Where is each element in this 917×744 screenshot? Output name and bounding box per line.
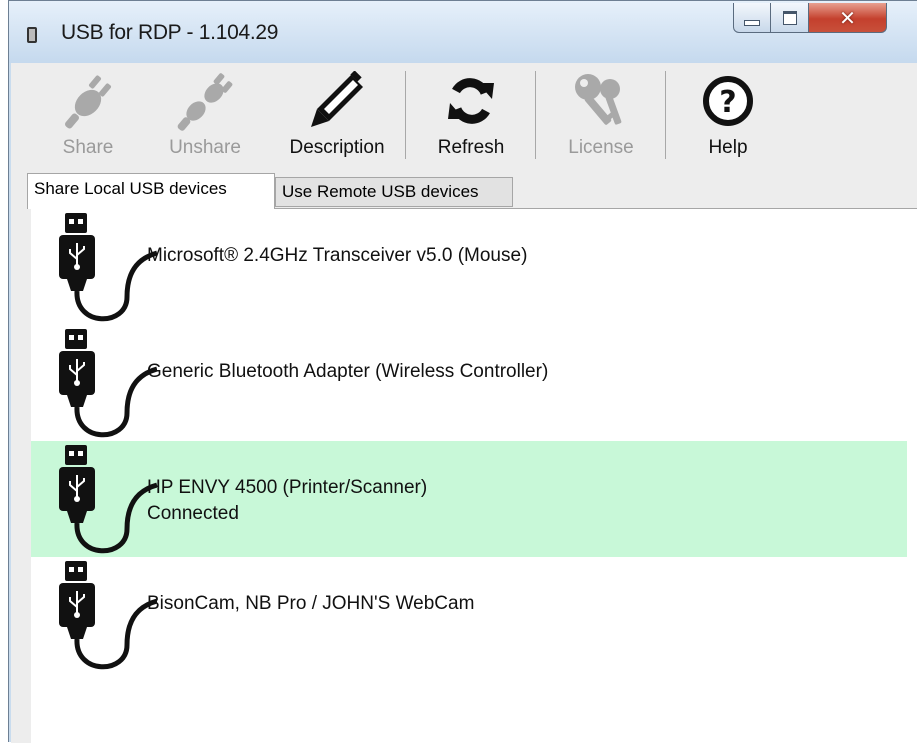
close-button[interactable]: ✕ [809, 3, 887, 33]
window-title: USB for RDP - 1.104.29 [61, 21, 279, 44]
license-button[interactable]: License [551, 67, 651, 167]
share-button[interactable]: Share [45, 67, 131, 167]
usb-icon [59, 561, 157, 670]
usb-app-icon [27, 27, 37, 43]
pencil-icon [311, 71, 363, 127]
maximize-icon [782, 10, 797, 25]
device-row[interactable]: Microsoft® 2.4GHz Transceiver v5.0 (Mous… [31, 209, 907, 325]
device-row[interactable]: BisonCam, NB Pro / JOHN'S WebCam [31, 557, 907, 673]
minimize-button[interactable] [733, 3, 771, 33]
help-icon: ? [703, 76, 753, 126]
share-label: Share [62, 137, 114, 158]
help-button[interactable]: ? Help [683, 67, 773, 167]
description-button[interactable]: Description [277, 67, 397, 167]
device-name: HP ENVY 4500 (Printer/Scanner) [147, 477, 428, 498]
app-window: USB for RDP - 1.104.29 ✕ Share Unshare D… [8, 0, 917, 744]
help-label: Help [708, 137, 748, 158]
toolbar-separator [405, 71, 406, 159]
close-icon: ✕ [839, 5, 856, 30]
keys-icon [575, 74, 622, 125]
title-bar[interactable]: USB for RDP - 1.104.29 ✕ [9, 1, 917, 63]
usb-icon [59, 213, 157, 322]
license-label: License [568, 137, 634, 158]
tab-share-local-label: Share Local USB devices [34, 179, 227, 198]
device-row-selected[interactable]: HP ENVY 4500 (Printer/Scanner) Connected [31, 441, 907, 557]
toolbar-separator [665, 71, 666, 159]
device-list: Microsoft® 2.4GHz Transceiver v5.0 (Mous… [31, 208, 917, 744]
unplug-icon [177, 73, 233, 131]
tab-share-local[interactable]: Share Local USB devices [27, 173, 275, 209]
unshare-button[interactable]: Unshare [157, 67, 253, 167]
tab-use-remote[interactable]: Use Remote USB devices [275, 177, 513, 207]
tab-use-remote-label: Use Remote USB devices [282, 182, 479, 201]
help-glyph: ? [719, 85, 736, 120]
device-status: Connected [147, 503, 239, 524]
device-name: BisonCam, NB Pro / JOHN'S WebCam [147, 593, 475, 614]
device-name: Microsoft® 2.4GHz Transceiver v5.0 (Mous… [147, 245, 528, 266]
client-area: Share Unshare Description Refresh Licens… [11, 63, 917, 744]
usb-icon [59, 445, 157, 554]
refresh-icon [448, 78, 494, 124]
unshare-label: Unshare [169, 137, 241, 158]
device-name: Generic Bluetooth Adapter (Wireless Cont… [147, 361, 549, 382]
description-label: Description [289, 137, 385, 158]
refresh-button[interactable]: Refresh [421, 67, 521, 167]
toolbar-separator [535, 71, 536, 159]
usb-icon [59, 329, 157, 438]
device-row[interactable]: Generic Bluetooth Adapter (Wireless Cont… [31, 325, 907, 441]
minimize-icon [744, 19, 760, 26]
maximize-button[interactable] [771, 3, 809, 33]
toolbar: Share Unshare Description Refresh Licens… [11, 63, 917, 173]
refresh-label: Refresh [437, 137, 505, 158]
plug-icon [65, 75, 111, 129]
